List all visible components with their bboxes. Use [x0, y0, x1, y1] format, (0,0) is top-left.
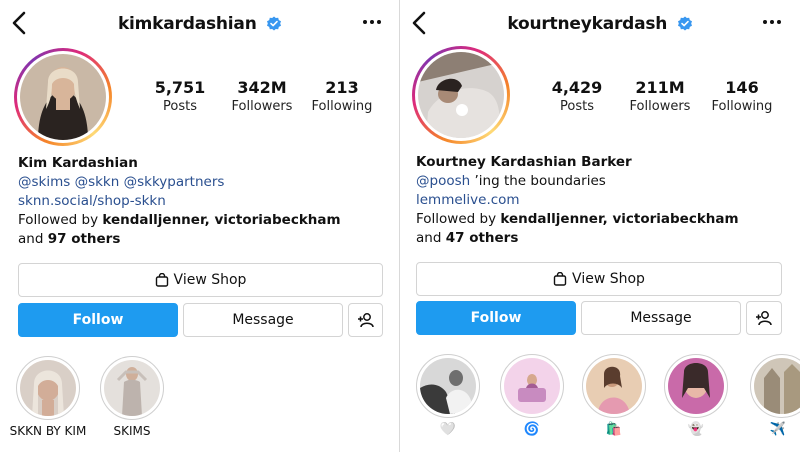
- highlight-label: 🛍️: [605, 421, 623, 436]
- profile-avatar[interactable]: [412, 46, 510, 144]
- posts-count[interactable]: 5,751 Posts: [140, 78, 220, 116]
- highlight-cover: [420, 358, 476, 414]
- follow-label: Follow: [72, 312, 124, 328]
- more-options-icon[interactable]: [762, 18, 782, 26]
- followed-by[interactable]: Followed by kendalljenner, victoriabeckh…: [18, 211, 341, 230]
- message-button[interactable]: Message: [581, 301, 741, 335]
- stat-label: Followers: [629, 99, 691, 114]
- follow-button[interactable]: Follow: [416, 301, 576, 335]
- stat-label: Posts: [560, 99, 594, 114]
- stat-label: Following: [711, 99, 773, 114]
- highlight-cover: [104, 360, 160, 416]
- followed-by-others[interactable]: and 97 others: [18, 230, 341, 249]
- stat-value: 211M: [635, 78, 685, 97]
- display-name: Kim Kardashian: [18, 155, 138, 171]
- highlight-item[interactable]: SKKN BY KIM: [8, 356, 88, 438]
- follow-button[interactable]: Follow: [18, 303, 178, 337]
- bio-link[interactable]: sknn.social/shop-skkn: [18, 192, 341, 211]
- posts-count[interactable]: 4,429 Posts: [537, 78, 617, 116]
- message-label: Message: [232, 312, 294, 328]
- follow-label: Follow: [470, 310, 522, 326]
- followed-by-names: kendalljenner, victoriabeckham: [102, 212, 341, 228]
- avatar-photo: [20, 54, 106, 140]
- bio-link[interactable]: lemmelive.com: [416, 191, 739, 210]
- others-count: 97 others: [47, 231, 121, 247]
- profile-panel-right: kourtneykardash 4,429 Posts 211M Followe…: [400, 0, 800, 452]
- highlight-label: 🌀: [523, 421, 541, 436]
- following-count[interactable]: 146 Following: [702, 78, 782, 116]
- top-bar: kimkardashian: [0, 0, 400, 48]
- view-shop-label: View Shop: [173, 272, 247, 288]
- view-shop-button[interactable]: View Shop: [18, 263, 383, 297]
- stat-value: 5,751: [154, 78, 206, 97]
- highlight-item[interactable]: 🛍️: [578, 354, 650, 437]
- profile-bio: Kim Kardashian @skims @skkn @skkypartner…: [18, 154, 341, 249]
- verified-badge-icon: [677, 16, 692, 31]
- stat-value: 4,429: [551, 78, 603, 97]
- shop-bag-icon: [155, 273, 168, 287]
- profile-handle-row: kimkardashian: [0, 14, 400, 34]
- profile-handle: kourtneykardash: [507, 14, 668, 34]
- highlight-cover: [20, 360, 76, 416]
- highlight-cover: [668, 358, 724, 414]
- avatar-photo: [418, 52, 504, 138]
- followed-by[interactable]: Followed by kendalljenner, victoriabeckh…: [416, 210, 739, 229]
- others-count: 47 others: [445, 230, 519, 246]
- suggested-accounts-button[interactable]: [348, 303, 383, 337]
- stat-label: Following: [311, 99, 373, 114]
- highlight-item[interactable]: 🤍: [412, 354, 484, 437]
- suggested-accounts-button[interactable]: [746, 301, 782, 335]
- others-prefix: and: [18, 231, 48, 247]
- followed-by-prefix: Followed by: [18, 212, 103, 228]
- profile-bio: Kourtney Kardashian Barker @poosh ’ing t…: [416, 153, 739, 248]
- followers-count[interactable]: 342M Followers: [222, 78, 302, 116]
- profile-panel-left: kimkardashian 5,751 Posts 342M Followers…: [0, 0, 400, 452]
- followed-by-prefix: Followed by: [416, 211, 501, 227]
- highlight-item[interactable]: ✈️: [742, 354, 800, 437]
- bio-mention[interactable]: @poosh: [416, 173, 470, 189]
- message-label: Message: [630, 310, 692, 326]
- profile-handle: kimkardashian: [117, 14, 257, 34]
- view-shop-label: View Shop: [572, 271, 645, 287]
- highlight-label: ✈️: [769, 421, 787, 436]
- verified-badge-icon: [267, 16, 282, 31]
- highlight-item[interactable]: 🌀: [496, 354, 568, 437]
- bio-tagline: @poosh ’ing the boundaries: [416, 172, 739, 191]
- stat-label: Posts: [163, 99, 197, 114]
- bio-tagline-text: ’ing the boundaries: [470, 173, 606, 189]
- stat-value: 146: [725, 78, 759, 97]
- add-person-icon: [357, 313, 374, 328]
- highlight-label: SKKN BY KIM: [9, 424, 87, 438]
- highlight-label: SKIMS: [113, 424, 151, 438]
- profile-avatar[interactable]: [14, 48, 112, 146]
- highlight-item[interactable]: SKIMS: [92, 356, 172, 438]
- view-shop-button[interactable]: View Shop: [416, 262, 782, 296]
- followed-by-others[interactable]: and 47 others: [416, 229, 739, 248]
- others-prefix: and: [416, 230, 446, 246]
- stat-value: 342M: [237, 78, 287, 97]
- add-person-icon: [756, 311, 772, 326]
- followers-count[interactable]: 211M Followers: [620, 78, 700, 116]
- bio-mentions[interactable]: @skims @skkn @skkypartners: [18, 173, 341, 192]
- followed-by-names: kendalljenner, victoriabeckham: [500, 211, 739, 227]
- highlight-label: 🤍: [439, 421, 457, 436]
- shop-bag-icon: [553, 272, 567, 286]
- profile-handle-row: kourtneykardash: [400, 14, 800, 34]
- top-bar: kourtneykardash: [400, 0, 800, 48]
- highlight-cover: [754, 358, 800, 414]
- following-count[interactable]: 213 Following: [302, 78, 382, 116]
- highlight-label: 👻: [687, 421, 705, 436]
- highlight-cover: [504, 358, 560, 414]
- message-button[interactable]: Message: [183, 303, 343, 337]
- stat-value: 213: [325, 78, 359, 97]
- highlight-item[interactable]: 👻: [660, 354, 732, 437]
- more-options-icon[interactable]: [362, 18, 382, 26]
- highlight-cover: [586, 358, 642, 414]
- stat-label: Followers: [231, 99, 293, 114]
- display-name: Kourtney Kardashian Barker: [416, 154, 632, 170]
